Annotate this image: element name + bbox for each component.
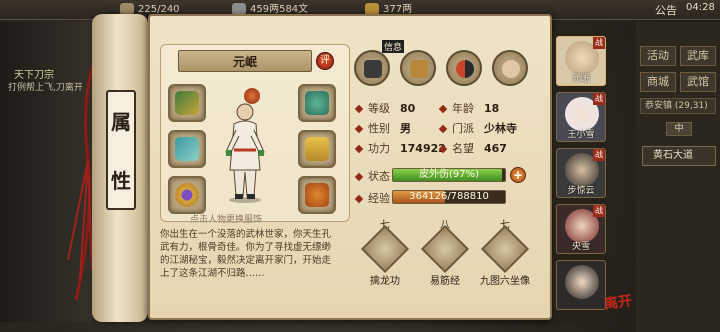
skill-slot-1[interactable]: 七 擒龙功 [360,220,410,287]
info-label: 信息 [382,40,405,53]
stat-fame: 名望 467 [438,140,507,156]
hero-name: 步惊云 [567,186,595,196]
exp-bar: 364126/788810 [392,190,506,204]
battle-tag: 战 [593,149,605,161]
menu-shop-button[interactable]: 商城 [640,72,676,92]
heal-plus-button[interactable]: + [510,167,526,183]
clock: 04:28 [686,2,715,13]
equip-slot-accessory[interactable] [298,176,336,214]
gauntlet-icon [175,91,199,115]
meridian-button[interactable] [492,50,528,86]
taiji-icon [456,60,474,78]
roster-hero-1[interactable]: 元岷 战 [556,36,606,86]
meridian-icon [502,60,520,78]
inventory-icon [410,60,428,78]
figure-caption: 点击人物更换服饰 [190,215,263,225]
skill-slot-3[interactable]: 七 九图六坐像 [480,220,530,287]
stat-age: 年龄 18 [438,100,499,116]
inventory-button[interactable] [400,50,436,86]
roster-hero-5[interactable] [556,260,606,310]
label-char-1: 属 [111,110,131,134]
map-tab[interactable]: 中 [666,122,692,136]
stat-gender: 性别男 [354,120,411,136]
character-figure[interactable] [222,100,268,204]
stat-power: 功力 174922 [354,140,446,156]
battle-tag: 战 [593,93,605,105]
stat-level: 等级 80 [354,100,415,116]
book-icon [480,224,530,274]
equip-slot-armguard[interactable] [168,130,206,168]
equip-slot-weapon[interactable] [168,84,206,122]
menu-hall-button[interactable]: 武馆 [680,72,716,92]
location-field: 恭安镇 (29,31) [640,98,716,114]
hero-name: 元岷 [571,74,590,84]
character-name: 元岷 [232,55,257,69]
taiji-button[interactable] [446,50,482,86]
status-text: 皮外伤(97%) [418,169,480,180]
talisman-icon [364,60,382,78]
status-bar-health: 皮外伤(97%) [392,168,506,182]
roster-hero-4[interactable]: 央雪 战 [556,204,606,254]
skill-slot-2[interactable]: 八 易筋经 [420,220,470,287]
character-name-bar: 元岷 [178,50,312,72]
notice-button[interactable]: 公告 [655,2,677,18]
side-menu [636,22,720,332]
leave-button[interactable]: 离开 [603,290,634,314]
book-icon [420,224,470,274]
amulet-icon [305,91,329,115]
attributes-label: 属 性 [106,90,136,210]
label-char-2: 性 [111,169,131,193]
book-icon [360,224,410,274]
info-button[interactable] [354,50,390,86]
robe-icon [305,137,329,161]
quest-title: 天下刀宗 [14,70,54,81]
pendant-icon [305,183,329,207]
ring-icon [175,183,199,207]
skill-name: 九图六坐像 [480,276,530,287]
evaluate-button[interactable]: 评 [316,52,334,70]
hero-name: 央雪 [571,242,590,252]
stat-sect: 门派 少林寺 [438,120,517,136]
equip-slot-necklace[interactable] [298,84,336,122]
location-name[interactable]: 黄石大道 [642,146,716,166]
roster-hero-2[interactable]: 王小雪 战 [556,92,606,142]
exp-text: 364126/788810 [409,191,489,202]
equip-slot-ring[interactable] [168,176,206,214]
backstory-text: 你出生在一个没落的武林世家，你天生孔武有力，根骨奇佳。你为了寻找虚无缥缈的江湖秘… [160,229,332,279]
hero-name: 王小雪 [567,130,595,140]
battle-tag: 战 [593,37,605,49]
battle-tag: 战 [593,205,605,217]
equip-slot-robe[interactable] [298,130,336,168]
avatar [565,265,599,299]
menu-activity-button[interactable]: 活动 [640,46,676,66]
roster-hero-3[interactable]: 步惊云 战 [556,148,606,198]
bracer-icon [175,137,199,161]
menu-armory-button[interactable]: 武库 [680,46,716,66]
